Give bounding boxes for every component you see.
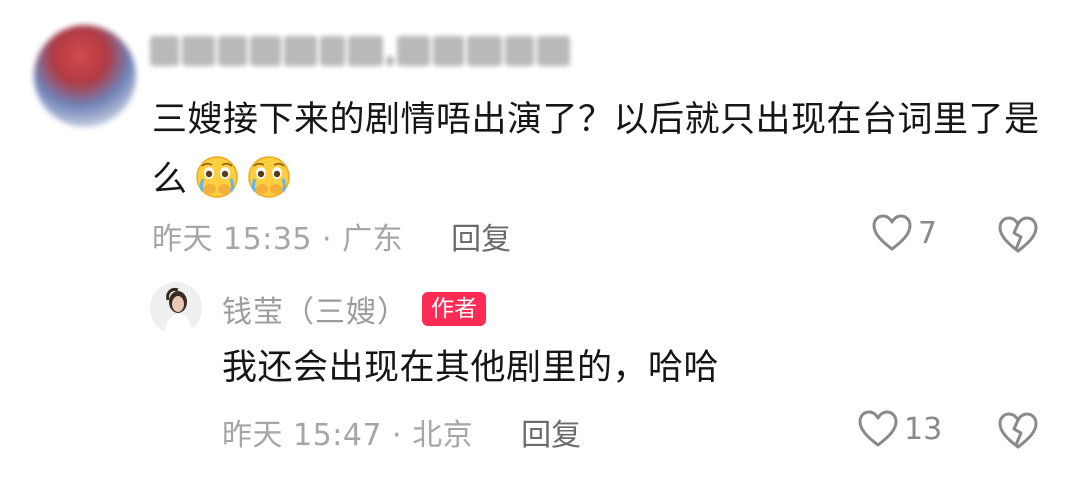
heart-outline-icon [872, 214, 912, 251]
cry-face-emoji [247, 156, 290, 198]
reply-like-button[interactable]: 13 [858, 410, 942, 448]
author-avatar[interactable] [150, 282, 202, 334]
commenter-username-redacted[interactable] [150, 28, 570, 74]
broken-heart-icon [998, 412, 1038, 449]
reply-meta: 昨天 15:47 · 北京 回复 [222, 410, 581, 454]
reply-text: 我还会出现在其他剧里的，哈哈 [222, 348, 720, 388]
commenter-avatar[interactable] [34, 25, 136, 127]
like-count: 7 [918, 215, 938, 251]
comment-thread: 三嫂接下来的剧情唔出演了？以后就只出现在台词里了是么 昨天 15:35 · 广东… [0, 0, 1080, 479]
comment-meta: 昨天 15:35 · 广东 回复 [152, 214, 511, 258]
comment-time-location: 昨天 15:35 · 广东 [152, 222, 404, 257]
reply-time-location: 昨天 15:47 · 北京 [222, 418, 474, 453]
reply-like-count: 13 [904, 411, 943, 447]
dislike-button[interactable] [998, 216, 1038, 258]
author-username[interactable]: 钱莹（三嫂） [222, 287, 408, 331]
reply-header: 钱莹（三嫂） 作者 [222, 287, 486, 331]
broken-heart-icon [998, 216, 1038, 253]
reply-button[interactable]: 回复 [451, 214, 511, 258]
author-badge: 作者 [422, 292, 486, 326]
comment-text: 三嫂接下来的剧情唔出演了？以后就只出现在台词里了是么 [152, 90, 1052, 210]
heart-outline-icon [858, 410, 898, 447]
reply-to-reply-button[interactable]: 回复 [521, 410, 581, 454]
reply-dislike-button[interactable] [998, 412, 1038, 454]
like-button[interactable]: 7 [872, 214, 937, 252]
cry-face-emoji [195, 156, 238, 198]
